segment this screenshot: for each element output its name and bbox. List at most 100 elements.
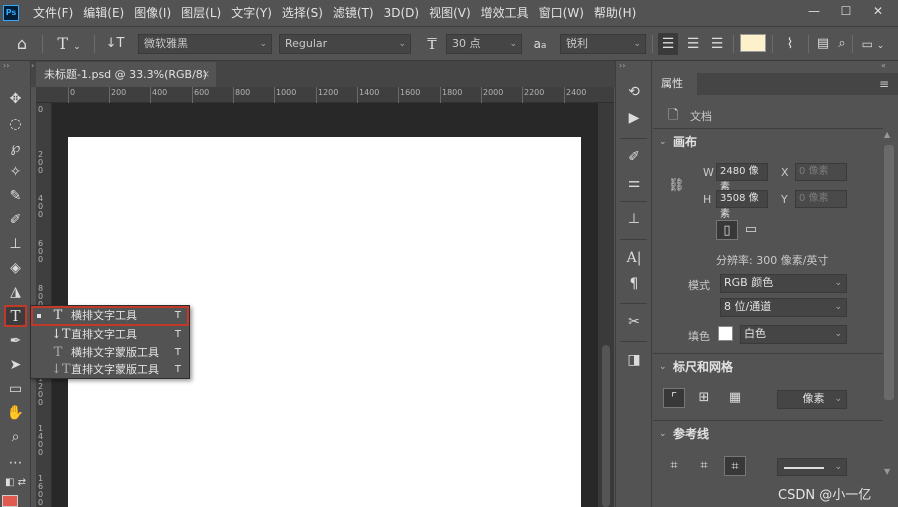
brush-settings-icon[interactable]: ✐ (623, 146, 645, 168)
guides-section-header[interactable]: ⌄ 参考线 (653, 423, 883, 445)
menu-layer[interactable]: 图层(L) (176, 0, 226, 27)
rulers-grids-section-header[interactable]: ⌄ 标尺和网格 (653, 356, 883, 378)
hand-tool-icon[interactable]: ✋ (4, 402, 27, 424)
path-selection-tool-icon[interactable]: ➤ (4, 354, 27, 376)
grid-toggle-icon[interactable]: ⊞ (693, 388, 715, 408)
rectangle-tool-icon[interactable]: ▭ (4, 378, 27, 400)
menu-plugins[interactable]: 增效工具 (476, 0, 534, 27)
ruler-toggle-icon[interactable]: ⌜ (663, 388, 685, 408)
menu-image[interactable]: 图像(I) (129, 0, 176, 27)
height-label: H (703, 193, 712, 206)
tools-icon[interactable]: ✂ (623, 311, 645, 333)
panel-menu-icon[interactable]: ≡ (879, 73, 895, 95)
align-right-icon[interactable]: ☰ (707, 33, 727, 55)
character-panel-icon[interactable]: ▤ (814, 33, 832, 55)
clone-source-icon[interactable]: ⊥ (623, 208, 645, 230)
bit-depth-select[interactable]: 8 位/通道 ⌄ (720, 298, 847, 317)
eraser-tool-icon[interactable]: ◈ (4, 257, 27, 279)
landscape-orientation-icon[interactable]: ▭ (740, 220, 762, 240)
menu-select[interactable]: 选择(S) (277, 0, 328, 27)
more-tools-icon[interactable]: ⋯ (4, 452, 27, 474)
swap-colors-icon[interactable]: ◧ ⇄ (4, 472, 27, 494)
menu-help[interactable]: 帮助(H) (589, 0, 641, 27)
guide-add-icon[interactable]: ⌗ (724, 456, 746, 476)
width-field[interactable]: 2480 像素 (716, 163, 768, 193)
tool-preset-icon[interactable]: T ⌄ (52, 33, 86, 55)
canvas-scrollbar-thumb[interactable] (602, 345, 610, 507)
divider (94, 35, 95, 53)
pen-tool-icon[interactable]: ✒ (4, 330, 27, 352)
close-button[interactable]: ✕ (864, 0, 892, 22)
flyout-item-label: 直排文字工具 (71, 328, 137, 341)
fill-color-swatch[interactable] (718, 326, 733, 341)
mode-select[interactable]: RGB 颜色 ⌄ (720, 274, 847, 293)
font-size-value: 30 点 (452, 37, 481, 50)
tab-properties[interactable]: 属性 (653, 73, 697, 95)
properties-scrollbar[interactable] (884, 145, 894, 400)
fill-select[interactable]: 白色 ⌄ (740, 325, 847, 344)
paragraph-icon[interactable]: ¶ (623, 273, 645, 295)
font-family-select[interactable]: 微软雅黑 ⌄ (138, 34, 272, 54)
guide-style-select[interactable]: ⌄ (777, 458, 847, 476)
eyedropper-tool-icon[interactable]: ✎ (4, 185, 27, 207)
menu-view[interactable]: 视图(V) (424, 0, 476, 27)
warp-text-icon[interactable]: ⌇ (780, 33, 800, 55)
antialias-select[interactable]: 锐利 ⌄ (560, 34, 646, 54)
pixel-grid-toggle-icon[interactable]: ▦ (724, 388, 746, 408)
clone-stamp-tool-icon[interactable]: ⊥ (4, 233, 27, 255)
close-icon[interactable]: × (202, 62, 210, 87)
marquee-tool-icon[interactable]: ◌ (4, 113, 27, 135)
brush-tool-icon[interactable]: ✐ (4, 209, 27, 231)
guide-lock-icon[interactable]: ⌗ (693, 456, 715, 476)
maximize-button[interactable]: ☐ (832, 0, 860, 22)
menu-window[interactable]: 窗口(W) (534, 0, 589, 27)
flyout-item-vertical-type-mask[interactable]: ↓T 直排文字蒙版工具 T (31, 361, 189, 379)
collapse-icon[interactable]: ›› (619, 61, 625, 70)
collapse-icon[interactable]: « (881, 61, 886, 70)
text-orientation-icon[interactable]: ↓T (104, 33, 126, 55)
move-tool-icon[interactable]: ✥ (4, 88, 27, 110)
ruler-label: 1200 (318, 88, 339, 97)
scroll-up-icon[interactable]: ▲ (884, 130, 890, 139)
home-icon[interactable]: ⌂ (10, 33, 34, 55)
menu-file[interactable]: 文件(F) (28, 0, 78, 27)
layer-comps-icon[interactable]: ◨ (623, 349, 645, 371)
text-tool-icon[interactable]: T (4, 305, 27, 327)
zoom-tool-icon[interactable]: ⌕ (4, 426, 27, 448)
font-size-select[interactable]: 30 点 ⌄ (446, 34, 522, 54)
scroll-down-icon[interactable]: ▼ (884, 467, 890, 476)
adjustments-icon[interactable]: ⚌ (623, 172, 645, 194)
align-center-icon[interactable]: ☰ (683, 33, 703, 55)
magic-wand-tool-icon[interactable]: ✧ (4, 161, 27, 183)
menu-3d[interactable]: 3D(D) (379, 0, 424, 27)
collapse-icon[interactable]: ›› (3, 61, 9, 70)
flyout-item-horizontal-type[interactable]: T 横排文字工具 T (31, 306, 189, 326)
align-left-icon[interactable]: ☰ (658, 33, 678, 55)
portrait-orientation-icon[interactable]: ▯ (716, 220, 738, 240)
font-style-select[interactable]: Regular ⌄ (279, 34, 411, 54)
x-field[interactable]: 0 像素 (795, 163, 847, 181)
workspace-icon[interactable]: ▭ ⌄ (858, 33, 888, 55)
link-dimensions-icon[interactable]: ⛓ (668, 178, 685, 193)
character-icon[interactable]: A| (623, 247, 645, 269)
actions-play-icon[interactable]: ▶ (623, 107, 645, 129)
height-field[interactable]: 3508 像素 (716, 190, 768, 220)
search-icon[interactable]: ⌕ (834, 33, 850, 55)
paint-bucket-tool-icon[interactable]: ◮ (4, 281, 27, 303)
foreground-color-swatch[interactable] (2, 495, 18, 507)
ruler-unit-select[interactable]: 像素 ⌄ (777, 390, 847, 409)
minimize-button[interactable]: — (800, 0, 828, 22)
y-field[interactable]: 0 像素 (795, 190, 847, 208)
history-icon[interactable]: ⟲ (623, 81, 645, 103)
ruler-label: 2400 (566, 88, 587, 97)
menu-edit[interactable]: 编辑(E) (78, 0, 129, 27)
lasso-tool-icon[interactable]: ℘ (4, 137, 27, 159)
guide-icon[interactable]: ⌗ (663, 456, 685, 476)
menu-type[interactable]: 文字(Y) (226, 0, 277, 27)
flyout-item-vertical-type[interactable]: ↓T 直排文字工具 T (31, 326, 189, 344)
text-color-swatch[interactable] (740, 34, 766, 52)
flyout-item-horizontal-type-mask[interactable]: T 横排文字蒙版工具 T (31, 344, 189, 362)
document-tab[interactable]: 未标题-1.psd @ 33.3%(RGB/8) × (36, 62, 216, 87)
menu-filter[interactable]: 滤镜(T) (328, 0, 379, 27)
canvas-section-header[interactable]: ⌄ 画布 (653, 131, 883, 153)
